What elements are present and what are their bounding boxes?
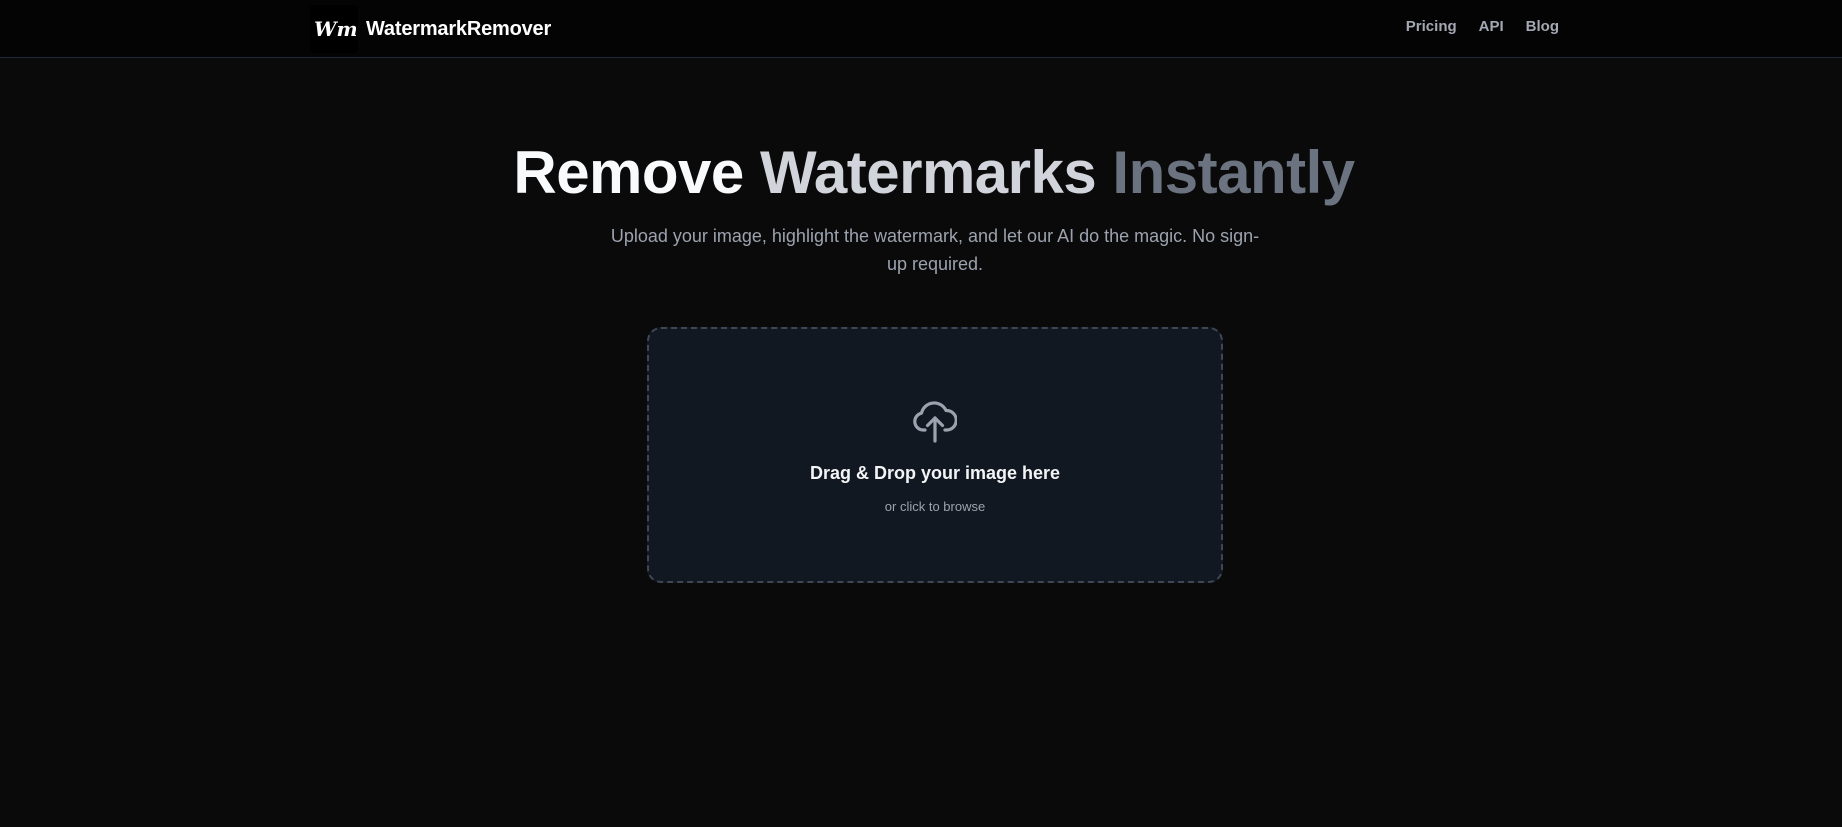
top-navigation-bar: Wm WatermarkRemover Pricing API Blog	[0, 0, 1842, 58]
hero-title-word-2: Watermarks	[759, 139, 1097, 206]
brand-home-link[interactable]: Wm WatermarkRemover	[310, 0, 551, 58]
nav-link-blog[interactable]: Blog	[1526, 18, 1559, 35]
cloud-upload-icon	[913, 401, 957, 443]
svg-text:Wm: Wm	[314, 17, 356, 41]
brand-name: WatermarkRemover	[366, 17, 552, 40]
nav-link-api[interactable]: API	[1479, 18, 1504, 35]
hero-title-word-3: Instantly	[1112, 139, 1355, 206]
dropzone-title: Drag & Drop your image here	[809, 463, 1061, 483]
image-dropzone[interactable]: Drag & Drop your image here or click to …	[647, 327, 1223, 583]
hero-title-word-1: Remove	[513, 139, 744, 206]
brand-logo: Wm	[310, 5, 358, 53]
dropzone-browse-hint: or click to browse	[884, 499, 986, 514]
main-nav: Pricing API Blog	[1406, 0, 1559, 52]
hero-subtitle: Upload your image, highlight the waterma…	[610, 226, 1260, 274]
wm-logo-icon: Wm	[314, 17, 356, 41]
hero-title: Remove Watermarks Instantly	[0, 138, 1842, 208]
nav-link-pricing[interactable]: Pricing	[1406, 18, 1457, 35]
